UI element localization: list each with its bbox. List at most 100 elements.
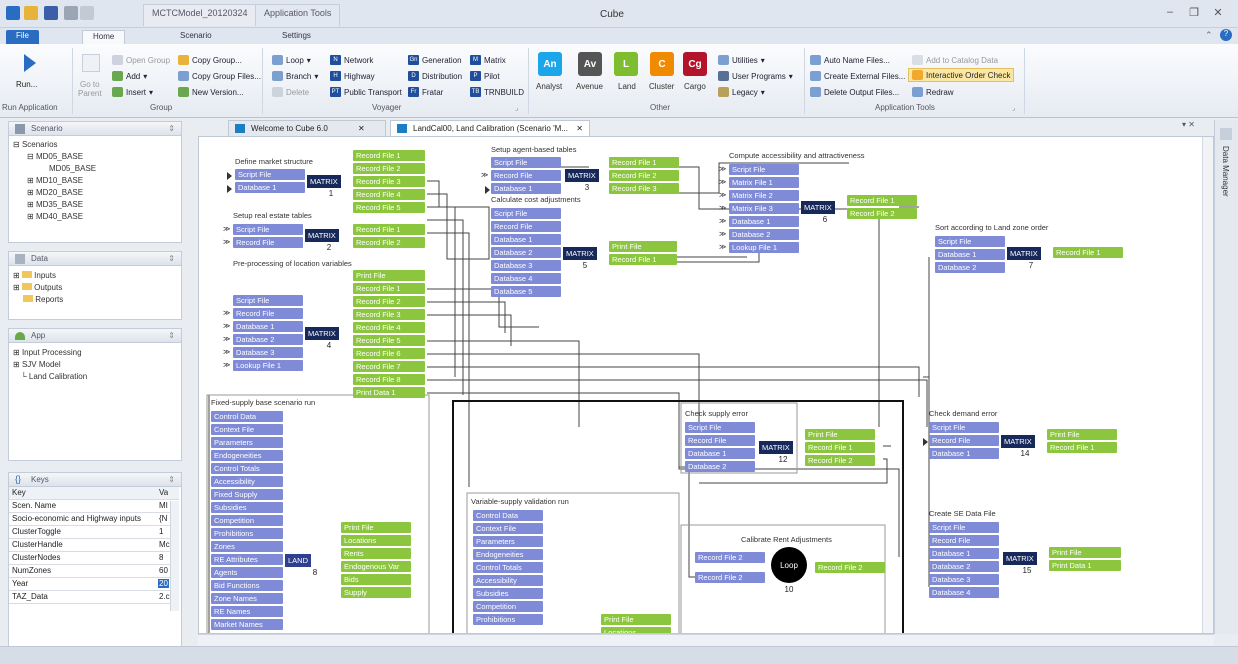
database-node[interactable]: Database 3 [233, 347, 303, 358]
matrix-module[interactable]: MATRIX [801, 201, 835, 214]
script-file-node[interactable]: Script File [233, 224, 303, 235]
delete-output-files-button[interactable]: Delete Output Files... [810, 87, 899, 97]
delete-button[interactable]: Delete [272, 87, 309, 97]
bid-functions-node[interactable]: Bid Functions [211, 580, 283, 591]
matrix-module[interactable]: MATRIX [305, 229, 339, 242]
record-file-node[interactable]: Record File 2 [353, 163, 425, 174]
print-file-node[interactable]: Print File [601, 614, 671, 625]
record-file-node[interactable]: Record File 1 [847, 195, 917, 206]
record-file-node[interactable]: Record File 4 [353, 322, 425, 333]
print-data-node[interactable]: Print Data 1 [1049, 560, 1121, 571]
tab-settings[interactable]: Settings [272, 30, 321, 44]
table-row[interactable]: ClusterNodes 8 [9, 552, 179, 565]
subsidies-node[interactable]: Subsidies [473, 588, 543, 599]
record-file-node[interactable]: Record File [233, 237, 303, 248]
catalog-icon[interactable] [80, 6, 94, 20]
create-external-files-button[interactable]: Create External Files... [810, 71, 905, 81]
accessibility-node[interactable]: Accessibility [473, 575, 543, 586]
accessibility-node[interactable]: Accessibility [211, 476, 283, 487]
table-row[interactable]: ClusterToggle 1 [9, 526, 179, 539]
record-file-node[interactable]: Record File [929, 435, 999, 446]
tree-node-outputs[interactable]: ⊞ Outputs [13, 283, 62, 292]
open-folder-icon[interactable] [24, 6, 38, 20]
land-module[interactable]: LAND [285, 554, 312, 567]
matrix-file-node[interactable]: Matrix File 2 [729, 190, 799, 201]
trnbuild-button[interactable]: TB TRNBUILD [470, 87, 524, 97]
zone-names-node[interactable]: Zone Names [211, 593, 283, 604]
utilities-button[interactable]: Utilities ▾ [718, 55, 765, 65]
endogeneities-node[interactable]: Endogeneities [211, 450, 283, 461]
matrix-module[interactable]: MATRIX [565, 169, 599, 182]
script-file-node[interactable]: Script File [235, 169, 305, 180]
database-node[interactable]: Database 1 [233, 321, 303, 332]
market-names-node[interactable]: Market Names [211, 619, 283, 630]
loop-button[interactable]: Loop ▾ [272, 55, 311, 65]
record-file-node[interactable]: Record File 5 [353, 202, 425, 213]
keys-scrollbar[interactable] [170, 501, 179, 611]
save-icon[interactable] [44, 6, 58, 20]
help-icon[interactable]: ? [1220, 29, 1232, 41]
control-data-node[interactable]: Control Data [473, 510, 543, 521]
fratar-button[interactable]: Fr Fratar [408, 87, 443, 97]
record-file-node[interactable]: Record File 3 [353, 176, 425, 187]
run-icon[interactable] [24, 54, 36, 72]
close-tab-icon[interactable]: ✕ [576, 124, 583, 133]
print-data-node[interactable]: Print Data 1 [353, 387, 425, 398]
database-node[interactable]: Database 5 [491, 286, 561, 297]
record-file-node[interactable]: Record File 7 [353, 361, 425, 372]
data-manager-tab[interactable]: Data Manager [1221, 146, 1230, 197]
database-node[interactable]: Database 1 [235, 182, 305, 193]
record-file-node[interactable]: Record File 2 [847, 208, 917, 219]
script-file-node[interactable]: Script File [729, 164, 799, 175]
matrix-module[interactable]: MATRIX [759, 441, 793, 454]
tree-node-input-processing[interactable]: ⊞ Input Processing [13, 348, 82, 357]
fixed-supply-node[interactable]: Fixed Supply [211, 489, 283, 500]
database-node[interactable]: Database 2 [233, 334, 303, 345]
competition-node[interactable]: Competition [473, 601, 543, 612]
record-file-node[interactable]: Record File 1 [353, 283, 425, 294]
table-row[interactable]: NumZones 60 [9, 565, 179, 578]
pin-icon[interactable]: ⇕ [168, 475, 175, 484]
database-node[interactable]: Database 2 [685, 461, 755, 472]
land-button[interactable]: Land [618, 82, 636, 91]
record-file-node[interactable]: Record File 3 [353, 309, 425, 320]
competition-node[interactable]: Competition [211, 515, 283, 526]
interactive-order-check-button[interactable]: Interactive Order Check [908, 68, 1015, 82]
database-node[interactable]: Database 3 [929, 574, 999, 585]
record-file-node[interactable]: Record File 1 [609, 157, 679, 168]
matrix-file-node[interactable]: Matrix File 3 [729, 203, 799, 214]
matrix-module[interactable]: MATRIX [563, 247, 597, 260]
database-node[interactable]: Database 1 [491, 183, 561, 194]
record-file-node[interactable]: Record File 2 [609, 170, 679, 181]
tree-node-scenarios[interactable]: ⊟ Scenarios [13, 140, 58, 149]
add-to-catalog-data-button[interactable]: Add to Catalog Data [912, 55, 998, 65]
close-window-icon[interactable]: ✕ [1210, 6, 1226, 20]
print-file-node[interactable]: Print File [353, 270, 425, 281]
record-file-node[interactable]: Record File 2 [805, 455, 875, 466]
ribbon-collapse-icon[interactable]: ⌃ [1205, 30, 1213, 41]
analyst-app-icon[interactable]: An [538, 52, 562, 76]
data-manager-icon[interactable] [1220, 128, 1232, 140]
record-file-node[interactable]: Record File 3 [609, 183, 679, 194]
minimize-icon[interactable]: – [1162, 6, 1178, 20]
tab-home[interactable]: Home [82, 30, 126, 44]
endogenous-var-node[interactable]: Endogenous Var [341, 561, 411, 572]
database-node[interactable]: Database 2 [491, 247, 561, 258]
parameters-node[interactable]: Parameters [211, 437, 283, 448]
re-attributes-node[interactable]: RE Attributes [211, 554, 283, 565]
record-file-node[interactable]: Record File 2 [695, 552, 765, 563]
record-file-node[interactable]: Record File 1 [805, 442, 875, 453]
quick-access-dropdown-icon[interactable] [64, 6, 78, 20]
legacy-button[interactable]: Legacy ▾ [718, 87, 765, 97]
flowchart-canvas[interactable]: Define market structure Script File Data… [198, 136, 1214, 634]
user-programs-button[interactable]: User Programs ▾ [718, 71, 793, 81]
record-file-node[interactable]: Record File 1 [609, 254, 677, 265]
auto-name-files-button[interactable]: Auto Name Files... [810, 55, 890, 65]
matrix-button[interactable]: M Matrix [470, 55, 506, 65]
locations-node[interactable]: Locations [341, 535, 411, 546]
script-file-node[interactable]: Script File [929, 522, 999, 533]
record-file-node[interactable]: Record File 2 [815, 562, 885, 573]
canvas-horizontal-scrollbar[interactable] [198, 634, 1214, 646]
rents-node[interactable]: Rents [341, 548, 411, 559]
canvas-vertical-scrollbar[interactable] [1202, 137, 1213, 633]
